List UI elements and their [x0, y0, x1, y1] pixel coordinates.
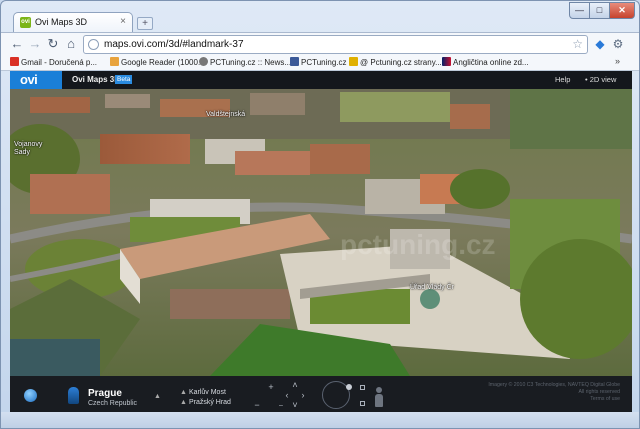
- bookmark-pctuning-strany[interactable]: @ Pctuning.cz strany...: [349, 57, 442, 67]
- country-name: Czech Republic: [88, 400, 138, 407]
- bookmark-label: Google Reader (1000...: [121, 58, 205, 67]
- bookmark-google-reader[interactable]: Google Reader (1000...: [110, 57, 205, 67]
- reader-icon: [110, 57, 119, 66]
- bookmark-anglictina[interactable]: Angličtina online zd...: [442, 57, 529, 67]
- extension-icon[interactable]: ◆: [593, 37, 607, 51]
- pegman-body: [375, 394, 383, 407]
- star-icon: [349, 57, 358, 66]
- new-tab-button[interactable]: +: [137, 17, 153, 30]
- map-label-urad-vlady[interactable]: Úřad Vlády Čr: [410, 284, 454, 291]
- gmail-icon: [10, 57, 19, 66]
- ovi-logo[interactable]: ovi: [10, 71, 62, 89]
- ovi-favicon-icon: ovi: [20, 17, 31, 28]
- location-pin-icon: [68, 387, 79, 404]
- pan-down-icon[interactable]: ˅: [290, 400, 300, 410]
- bookmark-label: @ Pctuning.cz strany...: [360, 58, 442, 67]
- map-label-vojanovy-sady[interactable]: Vojanovy Sady: [14, 141, 44, 157]
- map-control-panel: Prague Czech Republic ▲ ▲ Karlův Most ▲ Pr…: [10, 376, 632, 412]
- tab-ovi-maps[interactable]: ovi Ovi Maps 3D ×: [13, 12, 133, 33]
- rotation-knob[interactable]: [346, 384, 352, 390]
- bookmark-label: Angličtina online zd...: [453, 58, 529, 67]
- beta-badge: Beta: [115, 75, 133, 84]
- copyright-text: Imagery © 2010 C3 Technologies, NAVTEQ D…: [450, 382, 620, 403]
- watermark: pctuning.cz: [340, 229, 496, 260]
- close-window-button[interactable]: ✕: [609, 2, 635, 19]
- pegman-icon[interactable]: [374, 387, 384, 409]
- tab-close-icon[interactable]: ×: [120, 16, 126, 27]
- bookmark-pctuning-facebook[interactable]: PCTuning.cz: [290, 57, 347, 67]
- landmark-label: Pražský Hrad: [188, 399, 231, 406]
- help-link[interactable]: Help: [555, 75, 570, 84]
- window-bottom-frame: [1, 412, 639, 428]
- copyright-line: Imagery © 2010 C3 Technologies, NAVTEQ D…: [488, 382, 620, 388]
- zoom-out-button[interactable]: −: [252, 400, 262, 410]
- bookmark-label: PCTuning.cz :: News...: [210, 58, 292, 67]
- pctuning-icon: [199, 57, 208, 66]
- reload-icon[interactable]: ↻: [45, 36, 61, 52]
- maximize-button[interactable]: □: [589, 2, 610, 19]
- bookmark-pctuning-news[interactable]: PCTuning.cz :: News...: [199, 57, 291, 67]
- pan-right-icon[interactable]: ›: [298, 390, 308, 400]
- globe-icon[interactable]: [24, 389, 37, 402]
- tilt-down-icon[interactable]: –: [276, 402, 286, 409]
- landmark-icon: ▲: [180, 399, 187, 406]
- 2d-view-toggle[interactable]: • 2D view: [585, 75, 616, 84]
- map-3d-viewport[interactable]: pctuning.cz Valdštejnská Vojanovy Sady Ú…: [10, 89, 632, 376]
- chevron-up-icon[interactable]: ▲: [154, 393, 161, 400]
- app-title: Ovi Maps 3D: [72, 75, 121, 84]
- bookmark-gmail[interactable]: Gmail - Doručená p...: [10, 57, 97, 67]
- view-square-bottom-icon[interactable]: [360, 401, 365, 406]
- bookmark-star-icon[interactable]: ☆: [572, 37, 583, 51]
- city-name[interactable]: Prague: [88, 388, 122, 399]
- home-icon[interactable]: ⌂: [63, 36, 79, 52]
- flag-uk-icon: [442, 57, 451, 66]
- copyright-line: All rights reserved: [578, 389, 620, 395]
- landmark-prazsky-hrad[interactable]: ▲ Pražský Hrad: [180, 399, 231, 406]
- zoom-in-button[interactable]: +: [266, 382, 276, 392]
- bookmarks-more-icon[interactable]: »: [615, 56, 620, 66]
- bookmark-label: PCTuning.cz: [301, 58, 347, 67]
- wrench-icon[interactable]: ⚙: [611, 37, 625, 51]
- landmark-label: Karlův Most: [188, 389, 226, 396]
- minimize-button[interactable]: —: [569, 2, 590, 19]
- address-bar[interactable]: maps.ovi.com/3d/#landmark-37 ☆: [83, 35, 588, 54]
- pan-left-icon[interactable]: ‹: [282, 390, 292, 400]
- landmark-karluv-most[interactable]: ▲ Karlův Most: [180, 389, 226, 396]
- view-square-top-icon[interactable]: [360, 385, 365, 390]
- browser-toolbar: ← → ↻ ⌂ maps.ovi.com/3d/#landmark-37 ☆ ◆…: [1, 32, 639, 56]
- facebook-icon: [290, 57, 299, 66]
- tab-title: Ovi Maps 3D: [35, 17, 88, 27]
- forward-arrow-icon[interactable]: →: [27, 36, 43, 52]
- app-header: ovi Ovi Maps 3D Beta Help • 2D view: [10, 71, 632, 89]
- aerial-imagery: pctuning.cz: [10, 89, 632, 376]
- bookmarks-bar: Gmail - Doručená p... Google Reader (100…: [1, 56, 639, 71]
- tab-strip: ovi Ovi Maps 3D × + — □ ✕: [1, 1, 639, 33]
- back-arrow-icon[interactable]: ←: [9, 36, 25, 52]
- terms-link[interactable]: Terms of use: [450, 396, 620, 403]
- pan-up-icon[interactable]: ˄: [290, 380, 300, 390]
- bookmark-label: Gmail - Doručená p...: [21, 58, 98, 67]
- landmark-icon: ▲: [180, 389, 187, 396]
- pegman-head: [376, 387, 382, 393]
- browser-window: ovi Ovi Maps 3D × + — □ ✕ ← → ↻ ⌂ maps.o…: [0, 0, 640, 429]
- map-label-valdstejnska[interactable]: Valdštejnská: [206, 111, 245, 118]
- page-icon: [88, 39, 99, 50]
- url-text: maps.ovi.com/3d/#landmark-37: [104, 39, 244, 50]
